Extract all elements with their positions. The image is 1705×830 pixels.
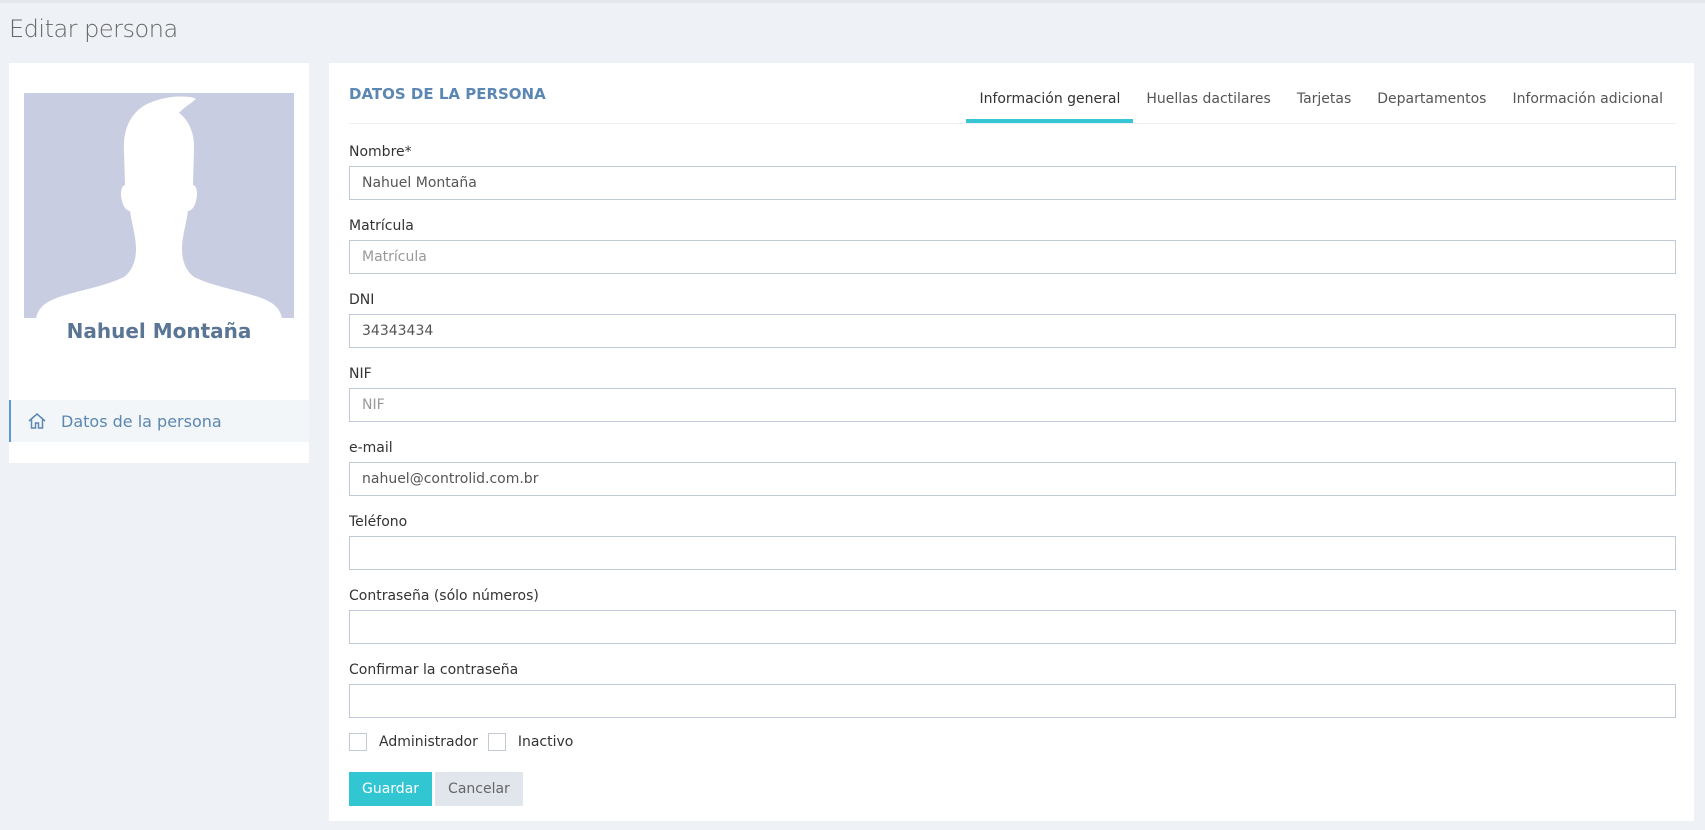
person-silhouette-icon: [24, 93, 294, 318]
nif-input[interactable]: [349, 388, 1676, 422]
tab-departamentos[interactable]: Departamentos: [1364, 79, 1499, 123]
inactivo-checkbox[interactable]: [487, 733, 506, 751]
nombre-input[interactable]: [349, 166, 1676, 200]
cancel-button[interactable]: Cancelar: [435, 772, 523, 806]
dni-input[interactable]: [349, 314, 1676, 348]
form-actions: Guardar Cancelar: [349, 772, 523, 806]
avatar: [24, 93, 294, 318]
contrasena-group: Contraseña (sólo números): [349, 586, 1676, 644]
sidebar-item-label: Datos de la persona: [61, 411, 222, 431]
inactivo-label: Inactivo: [517, 734, 574, 750]
email-input[interactable]: [349, 462, 1676, 496]
tab-informacion-adicional[interactable]: Información adicional: [1499, 79, 1676, 123]
panel-caption: DATOS DE LA PERSONA: [349, 85, 546, 103]
administrador-checkbox[interactable]: [349, 733, 367, 751]
email-group: e-mail: [349, 438, 1676, 496]
matricula-input[interactable]: [349, 240, 1676, 274]
telefono-label: Teléfono: [349, 514, 408, 530]
nombre-group: Nombre*: [349, 142, 1676, 200]
checkbox-row: Administrador Inactivo: [349, 733, 583, 751]
confirmar-label: Confirmar la contraseña: [349, 662, 519, 678]
main-panel: DATOS DE LA PERSONA Información general …: [329, 63, 1694, 821]
confirmar-group: Confirmar la contraseña: [349, 660, 1676, 718]
matricula-group: Matrícula: [349, 216, 1676, 274]
nif-group: NIF: [349, 364, 1676, 422]
nombre-label: Nombre*: [349, 144, 412, 160]
confirmar-input[interactable]: [349, 684, 1676, 718]
telefono-input[interactable]: [349, 536, 1676, 570]
tab-tarjetas[interactable]: Tarjetas: [1284, 79, 1364, 123]
tab-bar: Información general Huellas dactilares T…: [966, 79, 1676, 123]
profile-sidebar: Nahuel Montaña Datos de la persona: [9, 63, 309, 463]
dni-group: DNI: [349, 290, 1676, 348]
save-button[interactable]: Guardar: [349, 772, 433, 806]
divider: [349, 123, 1676, 124]
administrador-label: Administrador: [379, 734, 478, 750]
email-label: e-mail: [349, 440, 393, 456]
page-title: Editar persona: [9, 15, 178, 43]
sidebar-item-datos-persona[interactable]: Datos de la persona: [9, 400, 309, 442]
nif-label: NIF: [349, 366, 372, 382]
profile-name: Nahuel Montaña: [66, 319, 252, 343]
tab-huellas-dactilares[interactable]: Huellas dactilares: [1133, 79, 1283, 123]
home-icon: [27, 411, 47, 431]
telefono-group: Teléfono: [349, 512, 1676, 570]
dni-label: DNI: [349, 292, 375, 308]
matricula-label: Matrícula: [349, 218, 414, 234]
tab-informacion-general[interactable]: Información general: [966, 79, 1134, 123]
contrasena-label: Contraseña (sólo números): [349, 588, 539, 604]
contrasena-input[interactable]: [349, 610, 1676, 644]
